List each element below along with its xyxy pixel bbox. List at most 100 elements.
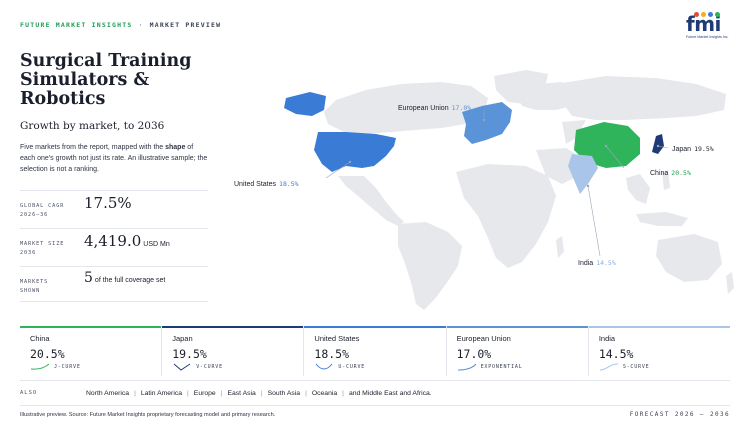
region-link-south-asia[interactable]: South Asia — [268, 390, 301, 397]
map-label-united-states: United States 18.5% — [234, 180, 299, 188]
land-new-zealand — [726, 272, 734, 294]
card-accent-bar — [304, 326, 446, 328]
stat-label: MARKET SIZE 2036 — [20, 241, 65, 256]
map-label-european-union: European Union 17.0% — [398, 104, 472, 112]
u-curve-icon — [316, 363, 333, 370]
region-link-oceania[interactable]: Oceania — [312, 390, 337, 397]
card-value: 14.5% — [598, 347, 634, 361]
land-africa — [456, 164, 556, 268]
region-link-middle-east-africa[interactable]: and Middle East and Africa. — [349, 390, 432, 397]
s-curve-icon — [599, 363, 618, 371]
market-cards: China 20.5% J-CURVE Japan 19.5% V-CURVE … — [20, 326, 731, 376]
stat-label: GLOBAL CAGR 2026–36 — [20, 203, 65, 218]
stat-market-size: MARKET SIZE 2036 4,419.0 USD Mn — [20, 228, 208, 264]
region-link-europe[interactable]: Europe — [194, 390, 216, 397]
stat-value: 4,419.0 USD Mn — [84, 232, 170, 250]
map-label-india: India 14.5% — [578, 259, 616, 267]
card-curve: J-CURVE — [30, 363, 151, 371]
v-curve-icon — [173, 363, 191, 371]
stat-value: 17.5% — [84, 194, 132, 212]
card-value: 19.5% — [172, 347, 207, 361]
card-accent-bar — [20, 326, 162, 328]
land-southeast-asia — [626, 174, 650, 204]
logo-dots — [694, 12, 720, 17]
forecast-period: FORECAST 2026 – 2036 — [629, 411, 730, 418]
source-note: Illustrative preview. Source: Future Mar… — [20, 412, 276, 418]
stat-label: MARKETS SHOWN — [20, 279, 49, 294]
region-link-east-asia[interactable]: East Asia — [227, 390, 255, 397]
stat-global-cagr: GLOBAL CAGR 2026–36 17.5% — [20, 190, 208, 226]
card-accent-bar — [588, 326, 731, 328]
header-separator: · — [138, 21, 144, 29]
card-curve-label: EXPONENTIAL — [480, 364, 523, 370]
card-curve: S-CURVE — [599, 363, 720, 371]
card-name: European Union — [456, 334, 511, 343]
map-region-japan[interactable] — [652, 134, 664, 154]
land-madagascar — [556, 236, 564, 258]
land-indonesia — [636, 212, 688, 226]
world-map-svg — [284, 70, 734, 310]
card-curve-label: U-CURVE — [338, 364, 366, 370]
logo-letters: fmi — [686, 12, 721, 36]
card-name: Japan — [172, 334, 193, 343]
section-label: MARKET PREVIEW — [149, 21, 222, 29]
logo-dot-red — [694, 12, 699, 17]
map-region-alaska[interactable] — [284, 92, 326, 116]
brand-name[interactable]: FUTURE MARKET INSIGHTS — [20, 21, 133, 29]
card-accent-bar — [162, 326, 304, 328]
description: Five markets from the report, mapped wit… — [20, 142, 210, 175]
page-title: Surgical Training Simulators & Robotics — [20, 51, 192, 109]
market-card-india[interactable]: India 14.5% S-CURVE — [587, 326, 731, 376]
exponential-curve-icon — [457, 363, 476, 371]
card-curve-label: J-CURVE — [54, 364, 81, 370]
region-link-latin-america[interactable]: Latin America — [141, 390, 182, 397]
stat-markets-shown: MARKETS SHOWN 5 of the full coverage set — [20, 266, 208, 302]
also-regions-row: ALSO North America | Latin America | Europ… — [20, 380, 730, 406]
card-value: 18.5% — [314, 347, 350, 361]
card-accent-bar — [446, 326, 588, 328]
card-name: United States — [314, 334, 360, 343]
card-value: 20.5% — [30, 347, 65, 361]
j-curve-icon — [30, 363, 50, 370]
map-label-china: China 20.5% — [650, 169, 691, 177]
divider — [20, 190, 208, 191]
divider — [20, 266, 208, 267]
stat-suffix: of the full coverage set — [94, 277, 166, 284]
divider — [20, 301, 208, 302]
card-curve: EXPONENTIAL — [457, 363, 578, 371]
land-central-america — [338, 176, 404, 226]
card-curve-label: S-CURVE — [622, 364, 650, 370]
card-curve-label: V-CURVE — [196, 364, 223, 370]
description-bold: shape — [165, 144, 186, 151]
logo-dot-green — [715, 12, 720, 17]
stat-value: 5 of the full coverage set — [84, 270, 166, 286]
page-subtitle: Growth by market, to 2036 — [20, 120, 165, 132]
also-label: ALSO — [20, 390, 38, 396]
header-bar: FUTURE MARKET INSIGHTS · MARKET PREVIEW — [20, 21, 221, 29]
card-value: 17.0% — [456, 347, 492, 361]
market-card-united-states[interactable]: United States 18.5% U-CURVE — [303, 326, 446, 376]
logo-dot-yellow — [701, 12, 706, 17]
land-masses — [324, 70, 734, 310]
card-name: India — [598, 334, 616, 343]
market-card-china[interactable]: China 20.5% J-CURVE — [20, 326, 162, 376]
card-curve: U-CURVE — [314, 363, 435, 371]
map-label-japan: Japan 19.5% — [672, 145, 714, 153]
land-russia — [556, 76, 726, 120]
world-map: European Union 17.0% Japan 19.5% China 20.5… — [226, 54, 736, 312]
description-part-1: Five markets from the report, mapped wit… — [20, 144, 166, 151]
card-curve: V-CURVE — [172, 363, 293, 371]
region-links: North America | Latin America | Europe | Ea… — [86, 389, 432, 397]
land-australia — [656, 234, 722, 282]
market-card-japan[interactable]: Japan 19.5% V-CURVE — [161, 326, 304, 376]
divider — [20, 228, 208, 229]
card-name: China — [30, 334, 50, 343]
logo-tagline: Future Market Insights Inc. — [686, 35, 729, 39]
map-region-united-states[interactable] — [314, 132, 396, 172]
fmi-logo[interactable]: fmi Future Market Insights Inc. — [686, 12, 732, 44]
market-card-european-union[interactable]: European Union 17.0% EXPONENTIAL — [445, 326, 588, 376]
map-region-india[interactable] — [568, 154, 598, 194]
land-south-america — [398, 222, 462, 310]
region-link-north-america[interactable]: North America — [86, 390, 129, 397]
logo-dot-blue — [708, 12, 713, 17]
